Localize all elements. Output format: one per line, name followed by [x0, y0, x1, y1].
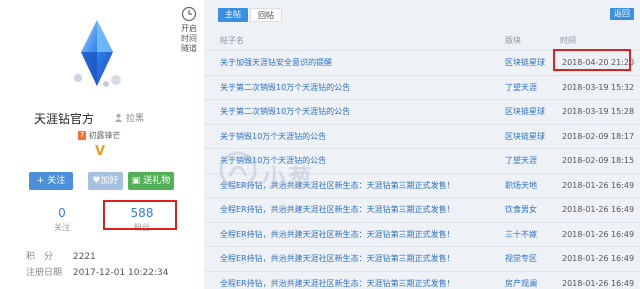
register-date-label: 注册日期 — [26, 268, 63, 278]
send-gift-button[interactable]: ▣ 送礼物 — [128, 172, 174, 190]
post-title-link[interactable]: 关于第二次销毁10万个天涯钻的公告 — [220, 82, 350, 93]
follow-button[interactable]: + 关注 — [29, 172, 73, 190]
points-label: 积 分 — [26, 252, 54, 262]
register-date-value: 2017-12-01 10:22:34 — [72, 268, 169, 278]
post-time: 2018-01-26 16:49 — [562, 205, 635, 215]
table-row: 全程ER持钻，共治共建天涯社区新生态：天涯钻第三期正式发售！ 视觉专区 2018… — [204, 246, 640, 271]
time-tunnel-button[interactable]: 开启 时间 隧道 — [176, 6, 202, 54]
following-stat[interactable]: 0 关注 — [22, 200, 102, 240]
table-row: 关于销毁10万个天涯钻的公告 区块链星球 2018-02-09 18:17 — [204, 123, 640, 149]
post-title-link[interactable]: 关于加强天涯钻安全意识的提醒 — [220, 57, 332, 68]
following-label: 关注 — [54, 223, 70, 232]
table-row: 全程ER持钻，共治共建天涯社区新生态：天涯钻第三期正式发售！ 饮食男女 2018… — [204, 197, 640, 222]
blacklist-label: 拉黑 — [126, 114, 145, 124]
tab-main-posts[interactable]: 主帖 — [218, 8, 248, 22]
post-title-link[interactable]: 全程ER持钻，共治共建天涯社区新生态：天涯钻第三期正式发售！ — [220, 204, 455, 215]
board-link[interactable]: 职场天地 — [505, 180, 537, 191]
board-link[interactable]: 三十不嫁 — [505, 229, 537, 240]
diamond-logo-icon — [74, 20, 121, 87]
board-link[interactable]: 区块链星球 — [505, 131, 545, 142]
watermark-text: 小葱 — [262, 164, 314, 192]
user-icon — [114, 113, 123, 122]
date-highlight-box — [553, 49, 631, 71]
post-title-link[interactable]: 全程ER持钻，共治共建天涯社区新生态：天涯钻第三期正式发售！ — [220, 253, 455, 264]
following-count: 0 — [58, 206, 66, 220]
board-link[interactable]: 视觉专区 — [505, 253, 537, 264]
table-row: 全程ER持钻，共治共建天涯社区新生态：天涯钻第三期正式发售！ 房产观澜 2018… — [204, 270, 640, 289]
vip-mark: V — [95, 144, 106, 159]
post-list-panel: 主帖 回帖 返回 帖子名 版块 时间 关于加强天涯钻安全意识的提醒 区块链星球 … — [204, 0, 640, 289]
watermark: 小葱 — [218, 150, 378, 194]
timeline-text-2: 时间 — [181, 34, 197, 43]
board-link[interactable]: 了望天涯 — [505, 155, 537, 166]
watermark-logo-icon — [219, 151, 257, 189]
level-badge: 7 — [78, 131, 87, 140]
post-title-link[interactable]: 全程ER持钻，共治共建天涯社区新生态：天涯钻第三期正式发售！ — [220, 229, 455, 240]
post-time: 2018-01-26 16:49 — [562, 229, 635, 239]
blacklist-button[interactable]: 拉黑 — [114, 111, 144, 124]
profile-panel: 开启 时间 隧道 天涯钻官方 拉黑 7 初露锋芒 V + 关注 ♥加好友 ▣ 送… — [0, 0, 204, 289]
register-date-info: 注册日期 2017-12-01 10:22:34 — [26, 265, 168, 278]
timeline-text-3: 隧道 — [181, 44, 197, 53]
gift-icon: ▣ — [131, 176, 141, 186]
points-value: 2221 — [72, 252, 96, 262]
send-gift-label: 送礼物 — [143, 176, 171, 186]
heart-icon: ♥ — [92, 176, 101, 186]
table-row: 全程ER持钻，共治共建天涯社区新生态：天涯钻第三期正式发售！ 三十不嫁 2018… — [204, 221, 640, 247]
board-link[interactable]: 区块链星球 — [505, 106, 545, 117]
board-link[interactable]: 房产观澜 — [505, 278, 537, 289]
post-time: 2018-02-09 18:15 — [562, 156, 635, 166]
points-info: 积 分 2221 — [26, 249, 96, 262]
post-time: 2018-03-19 15:32 — [562, 82, 635, 92]
column-board: 版块 — [505, 35, 521, 45]
post-tabs: 主帖 回帖 — [218, 8, 282, 22]
post-title-link[interactable]: 全程ER持钻，共治共建天涯社区新生态：天涯钻第三期正式发售！ — [220, 278, 455, 289]
column-title: 帖子名 — [220, 35, 244, 45]
post-time: 2018-01-26 16:49 — [562, 254, 635, 264]
post-title-link[interactable]: 关于第二次销毁10万个天涯钻的公告 — [220, 106, 350, 117]
board-link[interactable]: 区块链星球 — [505, 57, 545, 68]
post-time: 2018-01-26 16:49 — [562, 180, 635, 190]
user-level: 7 初露锋芒 — [78, 130, 120, 141]
avatar[interactable] — [56, 12, 138, 94]
level-title: 初露锋芒 — [88, 131, 121, 140]
back-button[interactable]: 返回 — [610, 8, 634, 20]
board-link[interactable]: 了望天涯 — [505, 82, 537, 93]
board-link[interactable]: 饮食男女 — [505, 204, 537, 215]
table-header: 帖子名 版块 时间 — [204, 32, 640, 48]
fans-highlight-box — [103, 200, 177, 230]
timeline-text-1: 开启 — [181, 24, 197, 33]
add-friend-button[interactable]: ♥加好友 — [88, 172, 123, 204]
post-time: 2018-02-09 18:17 — [562, 131, 635, 141]
table-row: 关于第二次销毁10万个天涯钻的公告 区块链星球 2018-03-19 15:28 — [204, 99, 640, 124]
post-title-link[interactable]: 关于销毁10万个天涯钻的公告 — [220, 131, 326, 142]
username: 天涯钻官方 — [34, 112, 95, 126]
column-time: 时间 — [560, 35, 576, 45]
table-row: 关于第二次销毁10万个天涯钻的公告 了望天涯 2018-03-19 15:32 — [204, 74, 640, 100]
post-time: 2018-03-19 15:28 — [562, 107, 635, 117]
tab-replies[interactable]: 回帖 — [250, 8, 282, 22]
clock-icon — [181, 6, 197, 22]
post-time: 2018-01-26 16:49 — [562, 278, 635, 288]
